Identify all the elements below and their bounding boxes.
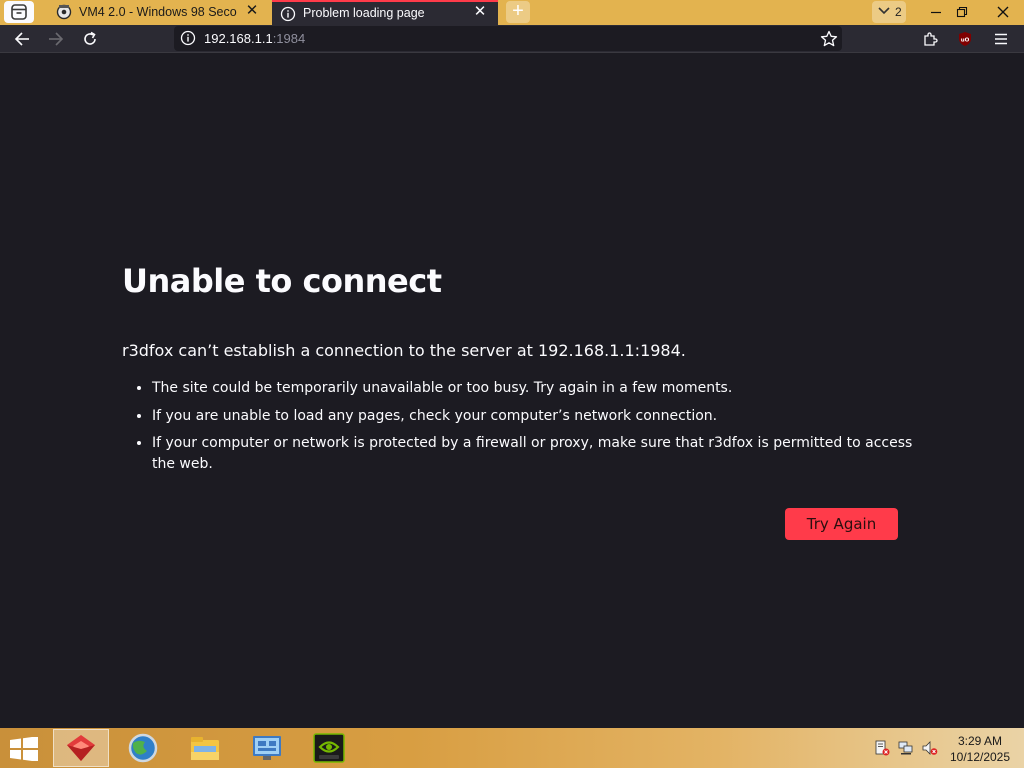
tab-strip: VM4 2.0 - Windows 98 Second E ✕ Problem … bbox=[0, 0, 1024, 25]
tab-list-button[interactable] bbox=[4, 1, 34, 23]
svg-text:uO: uO bbox=[961, 38, 970, 44]
back-arrow-icon bbox=[14, 32, 29, 46]
windows-start-icon[interactable] bbox=[9, 737, 39, 761]
network-icon[interactable] bbox=[898, 740, 914, 756]
info-icon bbox=[280, 6, 296, 22]
bookmark-star-icon[interactable] bbox=[820, 30, 838, 48]
system-clock[interactable]: 3:29 AM 10/12/2025 bbox=[940, 733, 1020, 765]
r3dfox-icon bbox=[67, 735, 95, 761]
taskbar-app-control-panel[interactable] bbox=[239, 729, 295, 767]
forward-arrow-icon bbox=[49, 32, 64, 46]
restore-button[interactable] bbox=[946, 0, 978, 25]
taskbar-app-r3dfox[interactable] bbox=[53, 729, 109, 767]
error-title: Unable to connect bbox=[122, 262, 442, 300]
close-window-button[interactable] bbox=[982, 0, 1024, 25]
plus-icon: + bbox=[512, 0, 524, 22]
file-explorer-icon bbox=[191, 737, 219, 760]
error-description: r3dfox can’t establish a connection to t… bbox=[122, 341, 686, 360]
clock-date: 10/12/2025 bbox=[949, 750, 1011, 764]
nvidia-icon bbox=[313, 733, 345, 763]
taskbar-app-browser[interactable] bbox=[115, 729, 171, 767]
tab-list-icon bbox=[11, 4, 27, 20]
taskbar-app-nvidia[interactable] bbox=[301, 729, 357, 767]
menu-button[interactable] bbox=[991, 29, 1011, 49]
ublock-shield-icon: uO bbox=[959, 32, 971, 46]
taskbar-app-file-explorer[interactable] bbox=[177, 729, 233, 767]
clock-time: 3:29 AM bbox=[957, 734, 1003, 748]
url-port: :1984 bbox=[272, 31, 306, 46]
ublock-origin-button[interactable]: uO bbox=[955, 29, 975, 49]
browser-globe-icon bbox=[128, 733, 158, 763]
minimize-icon bbox=[931, 11, 941, 14]
site-info-icon[interactable] bbox=[180, 30, 196, 46]
close-tab-icon[interactable]: ✕ bbox=[244, 3, 260, 19]
url-text[interactable]: 192.168.1.1:1984 bbox=[204, 31, 305, 46]
extensions-button[interactable] bbox=[920, 29, 940, 49]
close-icon bbox=[997, 6, 1009, 18]
tab-vm4[interactable]: VM4 2.0 - Windows 98 Second E ✕ bbox=[48, 0, 266, 25]
vm-app-icon bbox=[56, 4, 72, 20]
tab-title: VM4 2.0 - Windows 98 Second E bbox=[79, 5, 237, 19]
reload-button[interactable] bbox=[80, 29, 100, 49]
list-all-tabs-button[interactable]: 2 bbox=[872, 1, 906, 23]
volume-muted-icon[interactable] bbox=[922, 740, 938, 756]
url-host: 192.168.1.1 bbox=[204, 31, 273, 46]
navigation-toolbar: 192.168.1.1:1984 uO bbox=[0, 25, 1024, 53]
try-again-button[interactable]: Try Again bbox=[785, 508, 898, 540]
tab-title: Problem loading page bbox=[303, 6, 425, 20]
error-suggestions-list: The site could be temporarily unavailabl… bbox=[135, 378, 922, 481]
control-panel-icon bbox=[253, 736, 281, 760]
hamburger-menu-icon bbox=[995, 33, 1007, 45]
back-button[interactable] bbox=[12, 29, 32, 49]
close-tab-icon[interactable]: ✕ bbox=[472, 4, 488, 20]
forward-button[interactable] bbox=[46, 29, 66, 49]
new-tab-button[interactable]: + bbox=[506, 1, 530, 23]
list-item: The site could be temporarily unavailabl… bbox=[152, 378, 922, 399]
tab-count: 2 bbox=[895, 5, 902, 19]
chevron-down-icon bbox=[878, 7, 890, 15]
list-item: If your computer or network is protected… bbox=[152, 433, 922, 474]
puzzle-piece-icon bbox=[924, 32, 938, 46]
reload-icon bbox=[84, 31, 96, 45]
action-center-icon[interactable] bbox=[874, 740, 890, 756]
tab-problem-loading[interactable]: Problem loading page ✕ bbox=[272, 0, 498, 25]
list-item: If you are unable to load any pages, che… bbox=[152, 406, 922, 427]
taskbar bbox=[0, 728, 1024, 768]
restore-icon bbox=[956, 6, 968, 18]
address-bar[interactable]: 192.168.1.1:1984 bbox=[174, 26, 842, 51]
